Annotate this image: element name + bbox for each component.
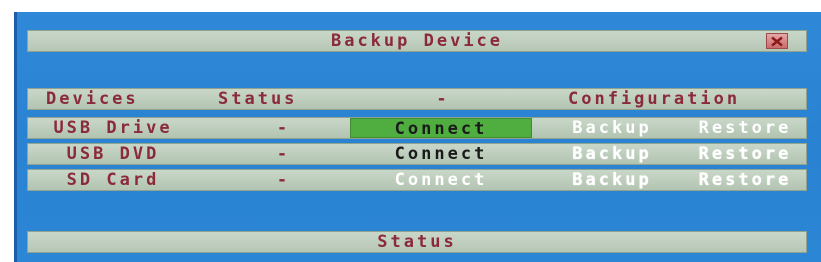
connect-button-usb-drive[interactable]: Connect xyxy=(350,118,532,139)
device-name: USB DVD xyxy=(66,144,160,164)
device-name: USB Drive xyxy=(53,118,173,138)
close-x-icon xyxy=(771,36,783,46)
device-status: - xyxy=(276,170,291,190)
restore-button-sd-card[interactable]: Restore xyxy=(682,170,808,190)
restore-button-usb-drive[interactable]: Restore xyxy=(682,118,808,138)
header-configuration: Configuration xyxy=(568,89,741,109)
table-row-usb-drive: USB Drive - Connect Backup Restore xyxy=(27,117,807,139)
status-bar: Status xyxy=(27,231,807,253)
header-devices: Devices xyxy=(46,89,139,109)
table-row-usb-dvd: USB DVD - Connect Backup Restore xyxy=(27,143,807,165)
connect-button-usb-dvd[interactable]: Connect xyxy=(350,144,532,164)
table-header: Devices Status - Configuration xyxy=(27,88,807,110)
connect-button-sd-card[interactable]: Connect xyxy=(350,170,532,190)
close-button[interactable] xyxy=(766,33,788,49)
backup-button-usb-dvd[interactable]: Backup xyxy=(550,144,674,164)
header-dash: - xyxy=(436,89,450,109)
backup-button-usb-drive[interactable]: Backup xyxy=(550,118,674,138)
backup-device-dialog: Backup Device Devices Status - Configura… xyxy=(14,12,821,262)
header-status: Status xyxy=(218,89,298,109)
dialog-title: Backup Device xyxy=(330,31,504,51)
restore-button-usb-dvd[interactable]: Restore xyxy=(682,144,808,164)
device-status: - xyxy=(276,118,291,138)
title-bar: Backup Device xyxy=(27,30,807,52)
device-status: - xyxy=(276,144,291,164)
table-row-sd-card: SD Card - Connect Backup Restore xyxy=(27,169,807,191)
status-label: Status xyxy=(377,232,457,252)
backup-button-sd-card[interactable]: Backup xyxy=(550,170,674,190)
device-name: SD Card xyxy=(66,170,160,190)
